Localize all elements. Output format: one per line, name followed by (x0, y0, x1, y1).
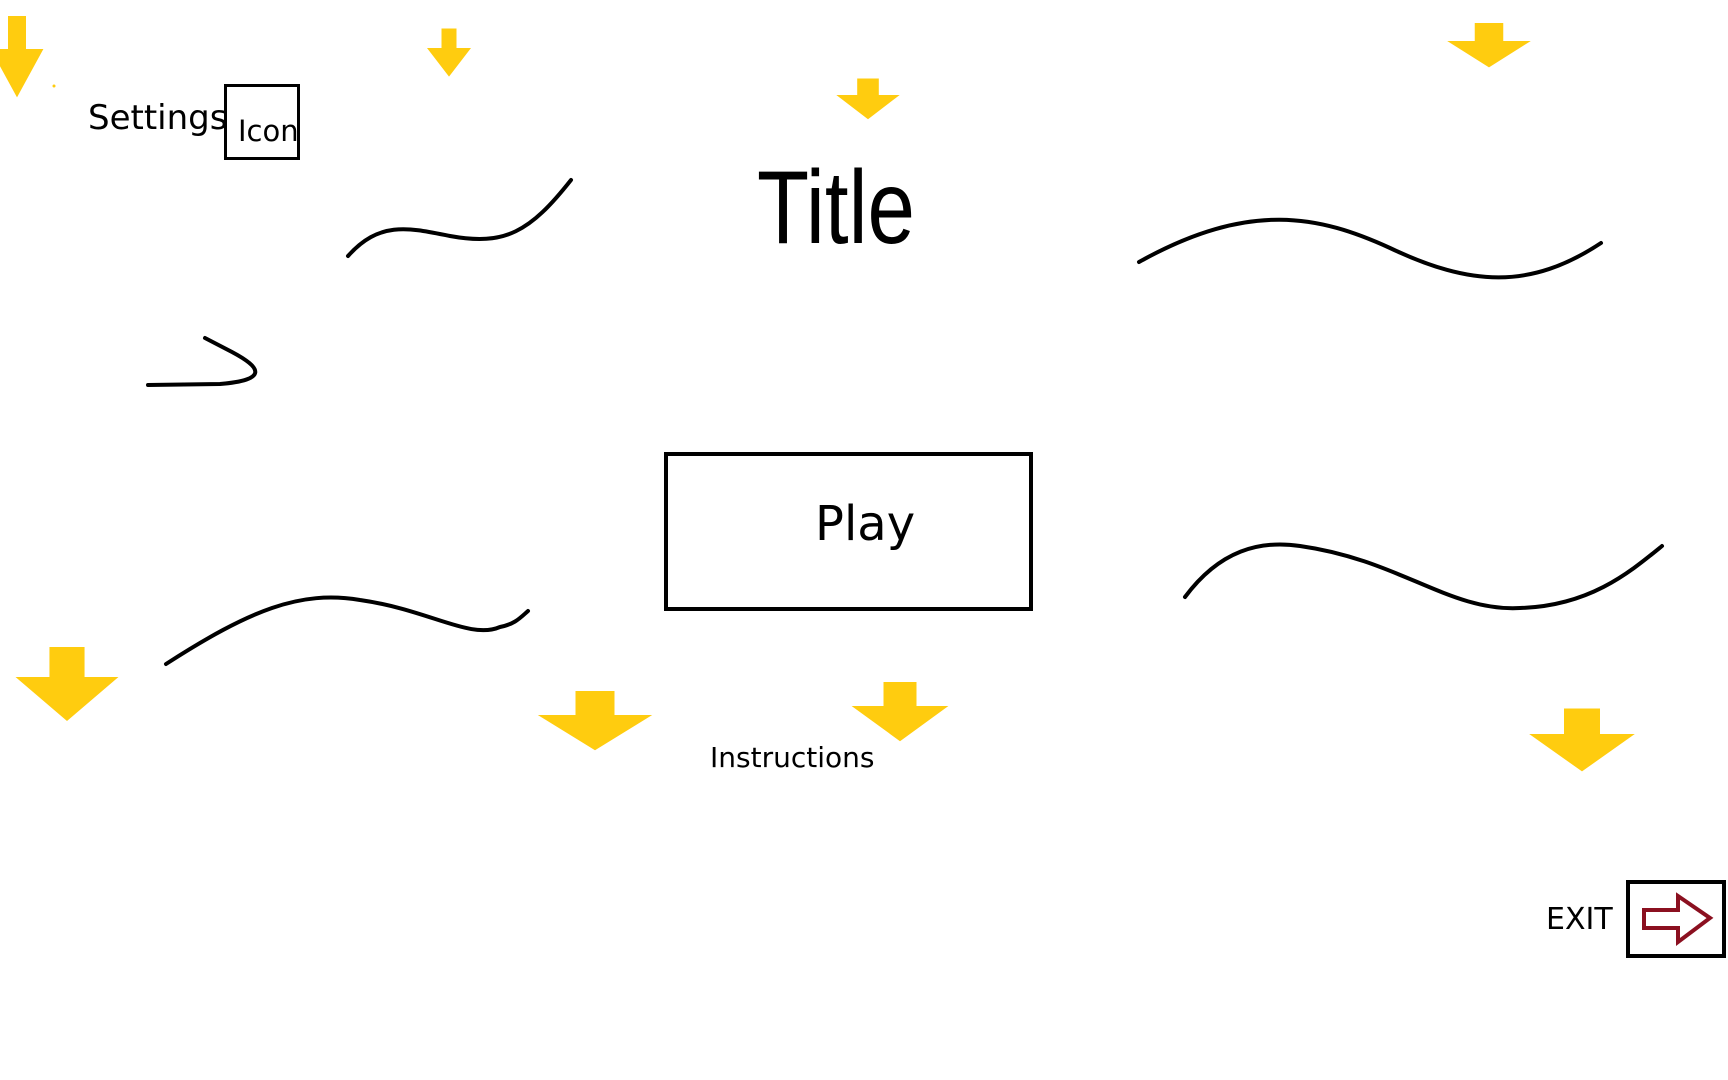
down-arrow-icon (836, 78, 900, 120)
down-arrow-icon (1447, 23, 1531, 68)
exit-button[interactable] (1626, 880, 1726, 958)
down-arrow-icon (427, 28, 471, 77)
down-arrow-icon (851, 682, 949, 742)
down-arrow-icon (537, 691, 653, 751)
down-arrow-icon (0, 15, 44, 98)
game-title: Title (757, 150, 915, 266)
down-arrow-icon (1529, 708, 1635, 772)
instructions-link[interactable]: Instructions (710, 744, 874, 772)
settings-label: Settings (88, 98, 228, 138)
play-button[interactable]: Play (664, 452, 1033, 611)
settings-icon-label: Icon (238, 114, 299, 148)
exit-label: EXIT (1546, 902, 1613, 937)
play-button-label: Play (815, 496, 916, 552)
down-arrow-icon (15, 647, 119, 721)
right-arrow-icon (1642, 892, 1714, 946)
settings-icon-button[interactable]: Icon (224, 84, 300, 160)
